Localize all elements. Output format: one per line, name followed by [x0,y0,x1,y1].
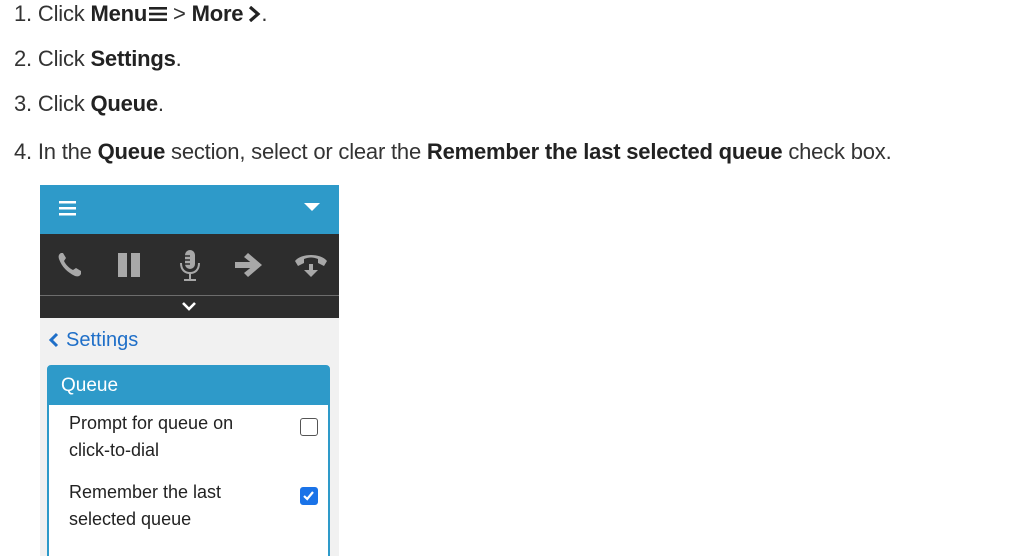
hangup-icon[interactable] [293,248,329,282]
panel-title: Queue [49,367,328,405]
remember-last-queue-label: Remember the last selected queue [69,479,269,533]
remember-last-queue-checkbox[interactable] [300,487,318,505]
chevron-right-icon [249,6,261,22]
step-3: 3. Click Queue. [14,90,164,118]
step-2: 2. Click Settings. [14,45,182,73]
step-bold: Queue [97,139,166,164]
widget-topbar [40,185,339,234]
step-text: check box. [782,139,892,164]
call-controls-bar [40,234,339,318]
step-bold: More [191,1,244,26]
prompt-for-queue-checkbox[interactable] [300,418,318,436]
step-bold: Settings [90,46,176,71]
step-number: 2. [14,46,32,71]
step-text: . [175,46,182,71]
checkmark-icon [303,491,314,501]
step-bold: Menu [90,1,148,26]
chevron-left-icon [48,332,59,348]
step-bold: Queue [90,91,158,116]
menu-icon [149,7,168,21]
microphone-icon[interactable] [174,248,206,282]
step-text: > [167,1,192,26]
step-number: 3. [14,91,32,116]
option-label-line: Prompt for queue on [69,413,234,433]
step-number: 4. [14,139,32,164]
transfer-arrow-icon[interactable] [233,248,265,282]
divider [40,295,339,296]
pause-icon[interactable] [114,248,146,282]
step-4: 4. In the Queue section, select or clear… [14,138,892,166]
chevron-down-icon[interactable] [180,300,198,312]
menu-icon[interactable] [58,198,78,218]
option-label-line: click-to-dial [69,440,160,460]
step-text: Click [37,1,91,26]
step-text: . [261,1,268,26]
softphone-widget: Settings Queue Prompt for queue on click… [40,185,339,556]
step-text: . [157,91,164,116]
step-number: 1. [14,1,32,26]
queue-settings-panel: Queue Prompt for queue on click-to-dial … [47,365,330,556]
back-to-settings-link[interactable]: Settings [48,328,138,352]
step-text: Click [37,46,91,71]
step-text: Click [37,91,91,116]
step-bold: Remember the last selected queue [426,139,783,164]
phone-icon[interactable] [54,248,86,282]
step-text: In the [37,139,98,164]
prompt-for-queue-label: Prompt for queue on click-to-dial [69,410,269,464]
caret-down-icon[interactable] [302,200,322,214]
option-label-line: Remember the last [69,482,222,502]
option-label-line: selected queue [69,509,192,529]
back-link-label: Settings [66,328,139,351]
step-text: section, select or clear the [165,139,427,164]
step-1: 1. Click Menu > More. [14,0,267,28]
